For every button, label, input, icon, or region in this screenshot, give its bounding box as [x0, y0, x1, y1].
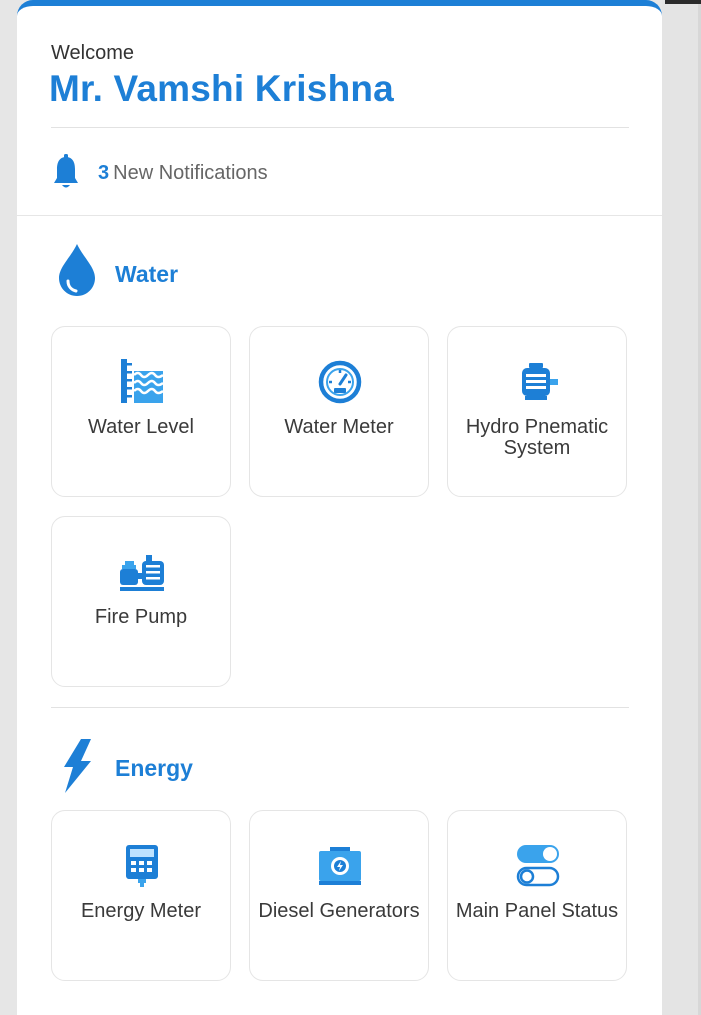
- hydro-pneumatic-icon: [522, 363, 558, 400]
- tile-label: Energy Meter: [80, 900, 202, 922]
- energy-meter-icon: [126, 845, 158, 887]
- window-edge: [665, 0, 701, 4]
- notification-count: 3: [98, 162, 110, 184]
- tile-diesel-generators[interactable]: Diesel Generators: [249, 810, 429, 981]
- section-title-water: Water: [115, 261, 179, 287]
- tile-label: Main Panel Status: [455, 900, 619, 922]
- tile-hydro-pneumatic[interactable]: Hydro Pnematic System: [447, 326, 627, 497]
- divider: [17, 215, 662, 216]
- tile-label: Water Level: [88, 416, 194, 438]
- divider: [51, 127, 629, 128]
- bell-icon[interactable]: [52, 154, 80, 190]
- tile-water-meter[interactable]: Water Meter: [249, 326, 429, 497]
- tile-energy-meter[interactable]: Energy Meter: [51, 810, 231, 981]
- water-meter-icon: [318, 360, 362, 404]
- section-title-energy: Energy: [115, 755, 193, 781]
- lightning-icon: [64, 739, 91, 793]
- background-strip: [662, 0, 701, 1015]
- tile-label: Water Meter: [284, 416, 394, 438]
- dashboard-card: Welcome Mr. Vamshi Krishna 3 New Notifica…: [17, 0, 662, 1015]
- water-drop-icon: [59, 244, 95, 296]
- welcome-text: Welcome: [51, 42, 134, 64]
- tile-water-level[interactable]: Water Level: [51, 326, 231, 497]
- tile-label: Hydro Pnematic System: [465, 416, 609, 459]
- fire-pump-icon: [120, 555, 164, 591]
- user-name: Mr. Vamshi Krishna: [49, 68, 394, 109]
- panel-status-icon: [516, 845, 560, 887]
- notifications-link[interactable]: 3 New Notifications: [98, 162, 268, 185]
- tile-label: Diesel Generators: [258, 900, 420, 922]
- diesel-generator-icon: [319, 847, 361, 885]
- tile-label: Fire Pump: [94, 606, 188, 628]
- tile-main-panel-status[interactable]: Main Panel Status: [447, 810, 627, 981]
- notification-label: New Notifications: [113, 162, 268, 184]
- divider: [51, 707, 629, 708]
- tile-fire-pump[interactable]: Fire Pump: [51, 516, 231, 687]
- water-level-icon: [121, 359, 164, 403]
